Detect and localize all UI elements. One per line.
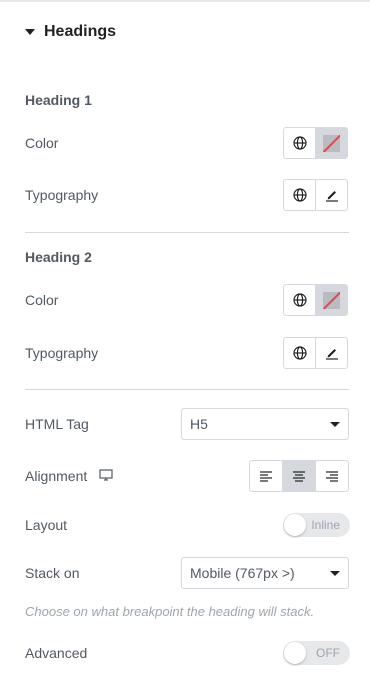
heading1-title: Heading 1 [25, 92, 92, 108]
heading2-color-control [283, 284, 348, 316]
heading1-typography-label: Typography [25, 187, 99, 203]
align-center-icon[interactable] [282, 461, 315, 491]
heading2-typography-control [283, 337, 348, 369]
globe-icon[interactable] [284, 180, 315, 210]
pencil-icon[interactable] [315, 180, 347, 210]
section-headings-toggle[interactable]: Headings [25, 20, 116, 44]
top-divider [0, 0, 370, 2]
layout-toggle[interactable]: Inline [283, 513, 350, 537]
stack-on-label: Stack on [25, 565, 80, 581]
heading1-color-swatch[interactable] [315, 128, 347, 158]
alignment-label: Alignment [25, 468, 88, 484]
chevron-down-icon [330, 570, 340, 576]
heading2-title: Heading 2 [25, 249, 92, 265]
globe-icon[interactable] [284, 285, 315, 315]
empty-color-swatch-icon [323, 291, 340, 309]
html-tag-value: H5 [190, 416, 208, 432]
advanced-toggle[interactable]: OFF [283, 641, 350, 665]
pencil-icon[interactable] [315, 338, 347, 368]
layout-label: Layout [25, 517, 68, 533]
chevron-down-icon [330, 421, 340, 427]
heading2-color-swatch[interactable] [315, 285, 347, 315]
caret-down-icon [25, 29, 35, 35]
align-right-icon[interactable] [315, 461, 348, 491]
html-tag-label: HTML Tag [25, 416, 89, 432]
stack-on-help-text: Choose on what breakpoint the heading wi… [25, 604, 315, 619]
heading2-typography-label: Typography [25, 345, 99, 361]
heading2-color-label: Color [25, 292, 59, 308]
group-divider [25, 389, 349, 390]
desktop-icon[interactable] [99, 468, 113, 484]
layout-toggle-text: Inline [311, 518, 340, 532]
heading1-typography-control [283, 179, 348, 211]
toggle-knob [284, 642, 306, 664]
heading1-color-control [283, 127, 348, 159]
stack-on-select[interactable]: Mobile (767px >) [181, 557, 349, 589]
alignment-label-row: Alignment [25, 468, 113, 484]
empty-color-swatch-icon [323, 134, 340, 152]
advanced-toggle-text: OFF [316, 646, 340, 660]
globe-icon[interactable] [284, 338, 315, 368]
heading1-color-label: Color [25, 135, 59, 151]
alignment-control [249, 460, 349, 492]
toggle-knob [284, 514, 306, 536]
html-tag-select[interactable]: H5 [181, 408, 349, 440]
group-divider [25, 232, 349, 233]
advanced-label: Advanced [25, 645, 88, 661]
section-title: Headings [44, 23, 117, 40]
globe-icon[interactable] [284, 128, 315, 158]
align-left-icon[interactable] [250, 461, 282, 491]
stack-on-value: Mobile (767px >) [190, 565, 295, 581]
